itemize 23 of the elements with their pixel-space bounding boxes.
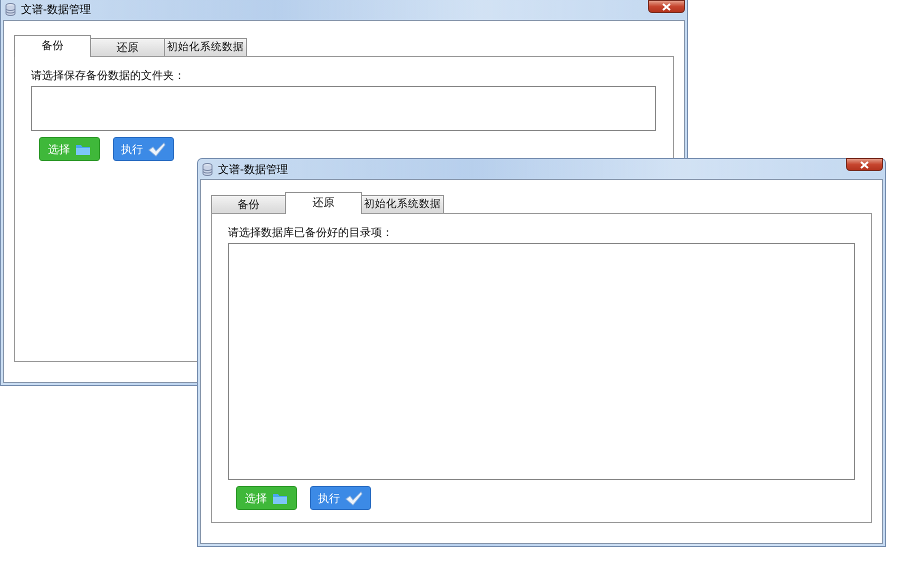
close-icon xyxy=(662,2,671,10)
close-button[interactable] xyxy=(648,0,685,13)
folder-icon xyxy=(272,492,288,504)
folder-path-field[interactable] xyxy=(31,86,656,131)
prompt-label: 请选择数据库已备份好的目录项： xyxy=(228,225,394,239)
close-icon xyxy=(860,160,869,168)
database-icon xyxy=(202,162,213,176)
checkmark-icon xyxy=(148,142,166,156)
folder-icon xyxy=(75,142,91,156)
window-title: 文谱-数据管理 xyxy=(218,162,288,176)
close-button[interactable] xyxy=(846,158,883,171)
window-title: 文谱-数据管理 xyxy=(21,2,91,17)
execute-button[interactable]: 执行 xyxy=(113,137,174,161)
tab[interactable]: 初始化系统数据 xyxy=(361,195,444,213)
checkmark-icon xyxy=(345,490,363,506)
tab[interactable]: 备份 xyxy=(14,35,91,57)
tab[interactable]: 备份 xyxy=(211,195,286,213)
tab[interactable]: 初始化系统数据 xyxy=(164,38,247,56)
database-icon xyxy=(5,3,16,16)
prompt-label: 请选择保存备份数据的文件夹： xyxy=(31,68,186,82)
execute-button[interactable]: 执行 xyxy=(310,486,371,510)
tab[interactable]: 还原 xyxy=(90,38,165,56)
tab[interactable]: 还原 xyxy=(285,192,362,214)
